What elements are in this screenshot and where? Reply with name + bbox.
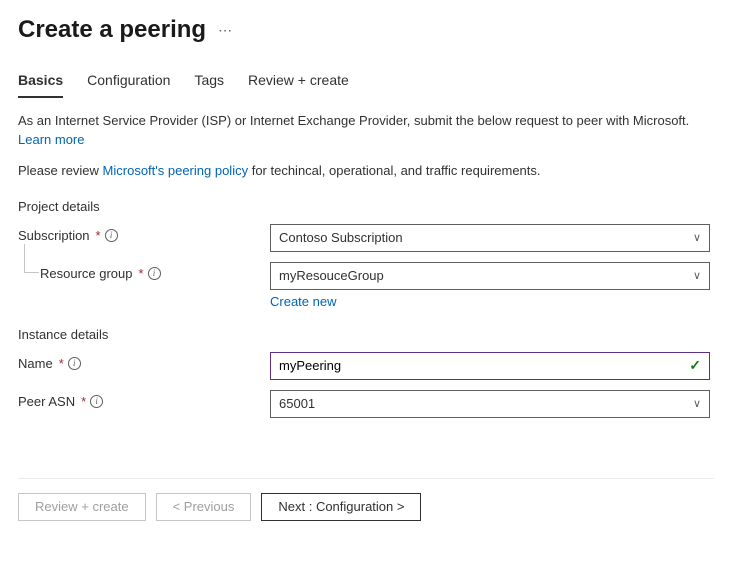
required-indicator: *	[59, 356, 64, 371]
tab-configuration[interactable]: Configuration	[87, 72, 170, 98]
tab-basics[interactable]: Basics	[18, 72, 63, 98]
policy-post: for techincal, operational, and traffic …	[248, 163, 540, 178]
tabs-bar: Basics Configuration Tags Review + creat…	[18, 72, 714, 98]
chevron-down-icon: ∨	[693, 397, 701, 410]
name-input[interactable]	[279, 358, 689, 373]
required-indicator: *	[139, 266, 144, 281]
page-title: Create a peering	[18, 16, 206, 44]
subscription-value: Contoso Subscription	[279, 230, 403, 245]
policy-pre: Please review	[18, 163, 103, 178]
info-icon[interactable]: i	[105, 229, 118, 242]
resource-group-value: myResouceGroup	[279, 268, 384, 283]
chevron-down-icon: ∨	[693, 269, 701, 282]
policy-text: Please review Microsoft's peering policy…	[18, 162, 714, 181]
project-details-heading: Project details	[18, 199, 714, 214]
peer-asn-value: 65001	[279, 396, 315, 411]
more-menu-icon[interactable]: ⋯	[218, 22, 234, 39]
intro-description: As an Internet Service Provider (ISP) or…	[18, 113, 689, 128]
info-icon[interactable]: i	[68, 357, 81, 370]
review-create-button[interactable]: Review + create	[18, 493, 146, 521]
tab-tags[interactable]: Tags	[194, 72, 224, 98]
name-label: Name	[18, 356, 53, 371]
name-input-wrap: ✓	[270, 352, 710, 380]
learn-more-link[interactable]: Learn more	[18, 132, 84, 147]
peering-policy-link[interactable]: Microsoft's peering policy	[103, 163, 249, 178]
instance-details-heading: Instance details	[18, 327, 714, 342]
resource-group-select[interactable]: myResouceGroup ∨	[270, 262, 710, 290]
footer-bar: Review + create < Previous Next : Config…	[18, 478, 714, 521]
peer-asn-select[interactable]: 65001 ∨	[270, 390, 710, 418]
create-new-link[interactable]: Create new	[270, 294, 336, 309]
intro-text: As an Internet Service Provider (ISP) or…	[18, 112, 714, 150]
info-icon[interactable]: i	[148, 267, 161, 280]
subscription-label: Subscription	[18, 228, 90, 243]
subscription-select[interactable]: Contoso Subscription ∨	[270, 224, 710, 252]
chevron-down-icon: ∨	[693, 231, 701, 244]
info-icon[interactable]: i	[90, 395, 103, 408]
tab-review-create[interactable]: Review + create	[248, 72, 349, 98]
next-button[interactable]: Next : Configuration >	[261, 493, 421, 521]
resource-group-label: Resource group	[40, 266, 133, 281]
peer-asn-label: Peer ASN	[18, 394, 75, 409]
previous-button[interactable]: < Previous	[156, 493, 252, 521]
required-indicator: *	[81, 394, 86, 409]
check-icon: ✓	[689, 357, 701, 374]
required-indicator: *	[96, 228, 101, 243]
